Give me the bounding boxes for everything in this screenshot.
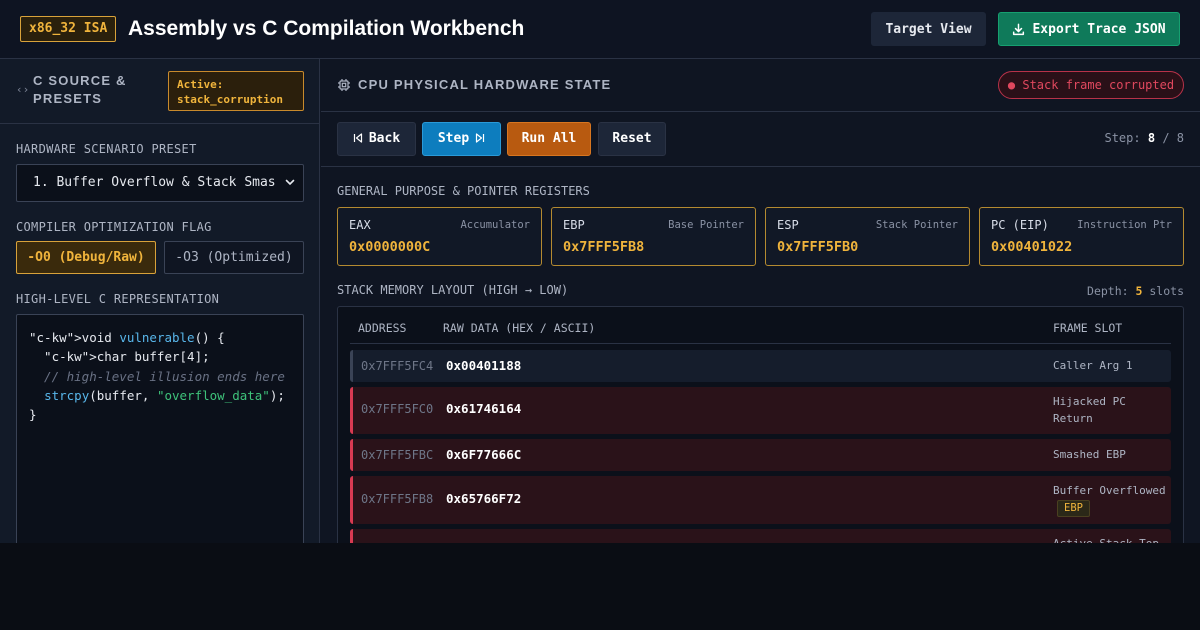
stack-row-corrupted[interactable]: 0x7FFF5FB8 0x65766F72 Buffer OverflowedE… bbox=[350, 476, 1171, 524]
cpu-state-panel: CPU PHYSICAL HARDWARE STATE ● Stack fram… bbox=[321, 59, 1200, 543]
opt-o0-button[interactable]: -O0 (Debug/Raw) bbox=[16, 241, 156, 274]
export-label: Export Trace JSON bbox=[1032, 21, 1166, 37]
app-title: Assembly vs C Compilation Workbench bbox=[128, 17, 525, 40]
stack-row-corrupted[interactable]: Active Stack Top bbox=[350, 529, 1171, 543]
stack-address: 0x7FFF5FC0 bbox=[361, 402, 434, 416]
run-all-button[interactable]: Run All bbox=[507, 122, 591, 156]
stack-address: 0x7FFF5FBC bbox=[361, 448, 434, 462]
top-header: x86_32 ISA Assembly vs C Compilation Wor… bbox=[0, 0, 1200, 59]
step-counter: Step: 8 / 8 bbox=[1104, 131, 1184, 145]
stack-frame-slot: Smashed EBP bbox=[1053, 448, 1126, 461]
workbench-app: x86_32 ISA Assembly vs C Compilation Wor… bbox=[0, 0, 1200, 543]
register-esp-card: ESP Stack Pointer 0x7FFF5FB0 bbox=[765, 207, 970, 266]
opt-o3-button[interactable]: -O3 (Optimized) bbox=[164, 241, 304, 274]
stack-depth-indicator: Depth: 5 slots bbox=[1087, 284, 1184, 298]
code-line-2: "c-kw">char buffer[4]; bbox=[29, 349, 210, 365]
back-button[interactable]: Back bbox=[337, 122, 416, 156]
preset-selected-value: 1. Buffer Overflow & Stack Smas bbox=[33, 175, 276, 190]
register-name: EAX bbox=[349, 218, 371, 232]
isa-badge: x86_32 ISA bbox=[20, 16, 117, 42]
stack-table-header: ADDRESS RAW DATA (HEX / ASCII) FRAME SLO… bbox=[350, 307, 1171, 344]
c-source-panel: ‹› C SOURCE & PRESETS Active: stack_corr… bbox=[0, 59, 320, 543]
stack-raw-data: 0x6F77666C bbox=[446, 447, 522, 462]
target-view-button[interactable]: Target View bbox=[871, 12, 986, 46]
register-desc: Base Pointer bbox=[668, 219, 744, 231]
export-trace-button[interactable]: Export Trace JSON bbox=[998, 12, 1180, 46]
code-line-1: "c-kw">void vulnerable() { bbox=[29, 330, 225, 345]
raw-data-column-header: RAW DATA (HEX / ASCII) bbox=[443, 321, 596, 335]
register-name: PC (EIP) bbox=[991, 218, 1049, 232]
stack-raw-data: 0x65766F72 bbox=[446, 491, 522, 506]
stack-address: 0x7FFF5FB8 bbox=[361, 492, 434, 506]
stack-row-corrupted[interactable]: 0x7FFF5FC0 0x61746164 Hijacked PC Return bbox=[350, 387, 1171, 434]
optimization-label: COMPILER OPTIMIZATION FLAG bbox=[16, 220, 212, 234]
register-name: EBP bbox=[563, 218, 585, 232]
chevron-down-icon bbox=[285, 165, 295, 201]
register-value: 0x7FFF5FB0 bbox=[777, 239, 859, 255]
register-desc: Stack Pointer bbox=[875, 219, 958, 231]
scenario-preset-select[interactable]: 1. Buffer Overflow & Stack Smas bbox=[16, 164, 304, 202]
register-value: 0x0000000C bbox=[349, 239, 431, 255]
code-line-5: } bbox=[29, 407, 37, 423]
c-code-label: HIGH-LEVEL C REPRESENTATION bbox=[16, 292, 220, 306]
code-brackets-icon: ‹› bbox=[16, 83, 30, 96]
frame-slot-column-header: FRAME SLOT bbox=[1053, 321, 1123, 335]
register-eax-card: EAX Accumulator 0x0000000C bbox=[337, 207, 542, 266]
stack-address: 0x7FFF5FC4 bbox=[361, 359, 434, 373]
stack-row[interactable]: 0x7FFF5FC4 0x00401188 Caller Arg 1 bbox=[350, 350, 1171, 382]
reset-button[interactable]: Reset bbox=[598, 122, 666, 156]
stack-layout-label: STACK MEMORY LAYOUT (HIGH → LOW) bbox=[337, 283, 569, 297]
stack-frame-slot: Hijacked PC Return bbox=[1053, 395, 1126, 425]
stack-raw-data: 0x61746164 bbox=[446, 401, 522, 416]
register-ebp-card: EBP Base Pointer 0x7FFF5FB8 bbox=[551, 207, 756, 266]
code-line-4: strcpy(buffer, "overflow_data"); bbox=[44, 387, 285, 403]
c-source-panel-header: ‹› C SOURCE & PRESETS Active: stack_corr… bbox=[0, 59, 319, 124]
ebp-pointer-tag: EBP bbox=[1057, 500, 1090, 517]
skip-forward-icon bbox=[476, 133, 485, 143]
c-source-title: C SOURCE & PRESETS bbox=[33, 73, 127, 106]
cpu-chip-icon bbox=[338, 79, 350, 91]
register-desc: Instruction Ptr bbox=[1077, 219, 1172, 231]
cpu-state-header: CPU PHYSICAL HARDWARE STATE ● Stack fram… bbox=[321, 59, 1200, 112]
stack-row-corrupted[interactable]: 0x7FFF5FBC 0x6F77666C Smashed EBP bbox=[350, 439, 1171, 471]
stack-raw-data: 0x00401188 bbox=[446, 358, 522, 373]
stack-memory-table: ADDRESS RAW DATA (HEX / ASCII) FRAME SLO… bbox=[337, 306, 1184, 543]
execution-controls: Back Step Run All Reset bbox=[321, 112, 1200, 167]
download-icon bbox=[1013, 23, 1025, 35]
register-value: 0x7FFF5FB8 bbox=[563, 239, 645, 255]
skip-back-icon bbox=[353, 133, 362, 143]
preset-label: HARDWARE SCENARIO PRESET bbox=[16, 142, 197, 156]
cpu-state-title: CPU PHYSICAL HARDWARE STATE bbox=[358, 77, 612, 92]
address-column-header: ADDRESS bbox=[358, 321, 407, 335]
registers-label: GENERAL PURPOSE & POINTER REGISTERS bbox=[337, 184, 590, 198]
register-desc: Accumulator bbox=[460, 219, 530, 231]
step-button[interactable]: Step bbox=[422, 122, 501, 156]
stack-frame-slot: Buffer OverflowedEBP bbox=[1053, 482, 1171, 517]
stack-frame-slot: Active Stack Top bbox=[1053, 535, 1171, 543]
register-value: 0x00401022 bbox=[991, 239, 1073, 255]
register-name: ESP bbox=[777, 218, 799, 232]
code-line-3-comment: // high-level illusion ends here bbox=[29, 368, 285, 384]
c-code-editor[interactable]: "c-kw">void vulnerable() { "c-kw">char b… bbox=[16, 314, 304, 543]
stack-frame-slot: Caller Arg 1 bbox=[1053, 359, 1133, 372]
active-scenario-badge: Active: stack_corruption bbox=[168, 71, 304, 111]
stack-corrupted-status-badge: ● Stack frame corrupted bbox=[998, 71, 1184, 99]
register-pc-card: PC (EIP) Instruction Ptr 0x00401022 bbox=[979, 207, 1184, 266]
